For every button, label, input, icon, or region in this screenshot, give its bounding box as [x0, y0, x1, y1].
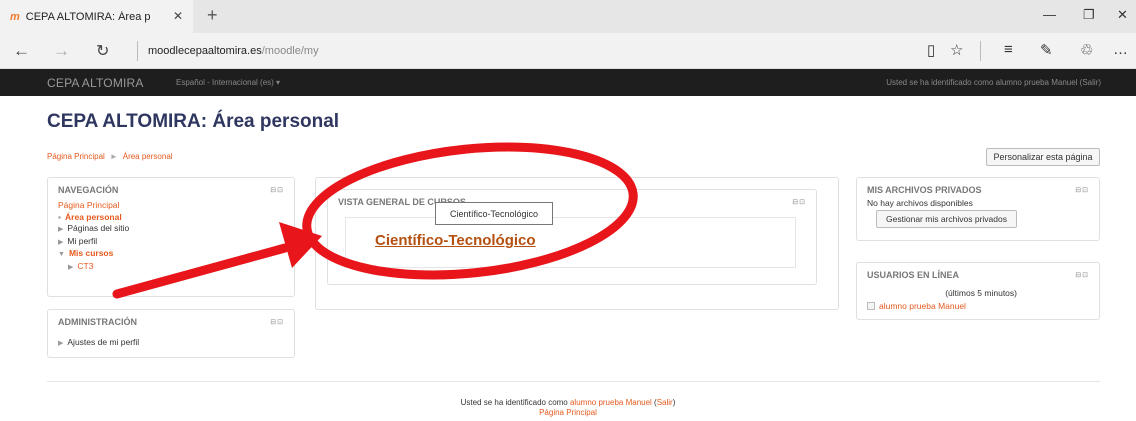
customize-page-button[interactable]: Personalizar esta página [986, 148, 1100, 166]
address-bar: ← → ↻ moodlecepaaltomira.es/moodle/my ▯ … [0, 33, 1136, 69]
footer-login-info: Usted se ha identificado como alumno pru… [460, 398, 676, 407]
divider [137, 41, 138, 61]
course-link-cientifico-tecnologico[interactable]: Científico-Tecnológico [375, 232, 536, 249]
breadcrumb-separator-icon: ► [109, 152, 118, 161]
nav-home-link[interactable]: Página Principal [58, 200, 119, 210]
breadcrumb-personal-area[interactable]: Área personal [123, 152, 173, 161]
nav-my-courses[interactable]: Mis cursos [69, 248, 113, 258]
new-tab-icon[interactable]: + [207, 5, 218, 26]
nav-profile[interactable]: Mi perfil [67, 236, 97, 246]
block-title: MIS ARCHIVOS PRIVADOS [867, 185, 982, 195]
course-tooltip: Científico-Tecnológico [435, 202, 553, 225]
reading-view-icon[interactable]: ▯ [927, 41, 935, 59]
nav-personal-area[interactable]: Área personal [65, 212, 122, 222]
divider [980, 41, 981, 61]
share-icon[interactable]: ♲ [1080, 41, 1093, 59]
navigation-tree: Página Principal ▪ Área personal ▶ Páginas… [58, 200, 129, 273]
block-title: NAVEGACIÓN [58, 185, 119, 195]
online-users-block: USUARIOS EN LÍNEA ⊟⊡ (últimos 5 minutos)… [856, 262, 1100, 320]
block-controls-icon[interactable]: ⊟⊡ [1075, 271, 1089, 279]
block-controls-icon[interactable]: ⊟⊡ [1075, 186, 1089, 194]
web-note-icon[interactable]: ✎ [1040, 41, 1053, 59]
block-controls-icon[interactable]: ⊟⊡ [270, 186, 284, 194]
hub-icon[interactable]: ≡ [1004, 41, 1013, 58]
block-title: USUARIOS EN LÍNEA [867, 270, 960, 280]
course-list: Científico-Tecnológico [345, 217, 796, 268]
user-picture-icon [867, 302, 875, 310]
browser-tab-bar: m CEPA ALTOMIRA: Área p ✕ + — ❐ ✕ [0, 0, 1136, 33]
collapsed-arrow-icon: ▶ [58, 340, 64, 347]
collapsed-arrow-icon: ▶ [68, 263, 74, 271]
minimize-icon[interactable]: — [1043, 7, 1056, 22]
navigation-block: NAVEGACIÓN ⊟⊡ Página Principal ▪ Área per… [47, 177, 295, 297]
window-close-icon[interactable]: ✕ [1117, 7, 1128, 23]
block-title: ADMINISTRACIÓN [58, 317, 137, 327]
online-period: (últimos 5 minutos) [945, 288, 1017, 298]
private-files-block: MIS ARCHIVOS PRIVADOS ⊟⊡ No hay archivos… [856, 177, 1100, 241]
browser-tab[interactable]: m CEPA ALTOMIRA: Área p ✕ [0, 0, 193, 33]
refresh-icon[interactable]: ↻ [96, 41, 109, 61]
page-title: CEPA ALTOMIRA: Área personal [47, 111, 340, 132]
administration-block: ADMINISTRACIÓN ⊟⊡ ▶ Ajustes de mi perfil [47, 309, 295, 358]
collapsed-arrow-icon: ▶ [58, 226, 64, 233]
online-user-item: alumno prueba Manuel [867, 301, 966, 311]
block-controls-icon[interactable]: ⊟⊡ [792, 198, 806, 206]
tab-title: CEPA ALTOMIRA: Área p [25, 10, 151, 23]
no-files-text: No hay archivos disponibles [867, 198, 973, 208]
more-icon[interactable]: … [1113, 41, 1128, 58]
url-host: moodlecepaaltomira.es [148, 45, 262, 57]
breadcrumb: Página Principal ► Área personal [47, 152, 173, 161]
nav-course-ct3[interactable]: CT3 [77, 261, 93, 271]
manage-private-files-button[interactable]: Gestionar mis archivos privados [876, 210, 1017, 228]
profile-settings-link[interactable]: Ajustes de mi perfil [67, 337, 139, 347]
moodle-m-icon: m [10, 10, 20, 23]
collapsed-arrow-icon: ▶ [58, 238, 64, 246]
site-brand[interactable]: CEPA ALTOMIRA [47, 76, 144, 90]
footer-divider [47, 381, 1100, 382]
footer-home-link[interactable]: Página Principal [539, 408, 597, 417]
course-overview-block: VISTA GENERAL DE CURSOS ⊟⊡ Científico-Te… [327, 189, 817, 285]
footer-user-link[interactable]: alumno prueba Manuel [570, 398, 652, 407]
block-controls-icon[interactable]: ⊟⊡ [270, 318, 284, 326]
breadcrumb-home[interactable]: Página Principal [47, 152, 105, 161]
favorite-star-icon[interactable]: ☆ [950, 41, 963, 59]
nav-site-pages[interactable]: Páginas del sitio [67, 223, 129, 233]
footer-logout-link[interactable]: Salir [657, 398, 673, 407]
login-info: Usted se ha identificado como alumno pru… [886, 78, 1101, 87]
language-menu[interactable]: Español - Internacional (es) ▾ [176, 78, 280, 87]
administration-tree: ▶ Ajustes de mi perfil [58, 337, 139, 350]
back-icon[interactable]: ← [13, 41, 30, 61]
footer-prefix: Usted se ha identificado como [460, 398, 568, 407]
page-footer: Usted se ha identificado como alumno pru… [0, 398, 1136, 418]
site-navbar: CEPA ALTOMIRA Español - Internacional (e… [0, 69, 1136, 96]
forward-icon[interactable]: → [53, 41, 70, 61]
url-field[interactable]: moodlecepaaltomira.es/moodle/my [148, 45, 319, 57]
close-icon[interactable]: ✕ [173, 9, 183, 23]
bullet-icon: ▪ [58, 211, 62, 222]
online-user-link[interactable]: alumno prueba Manuel [879, 301, 966, 311]
url-path: /moodle/my [261, 45, 319, 57]
expanded-arrow-icon: ▼ [58, 251, 65, 258]
restore-icon[interactable]: ❐ [1083, 7, 1095, 23]
